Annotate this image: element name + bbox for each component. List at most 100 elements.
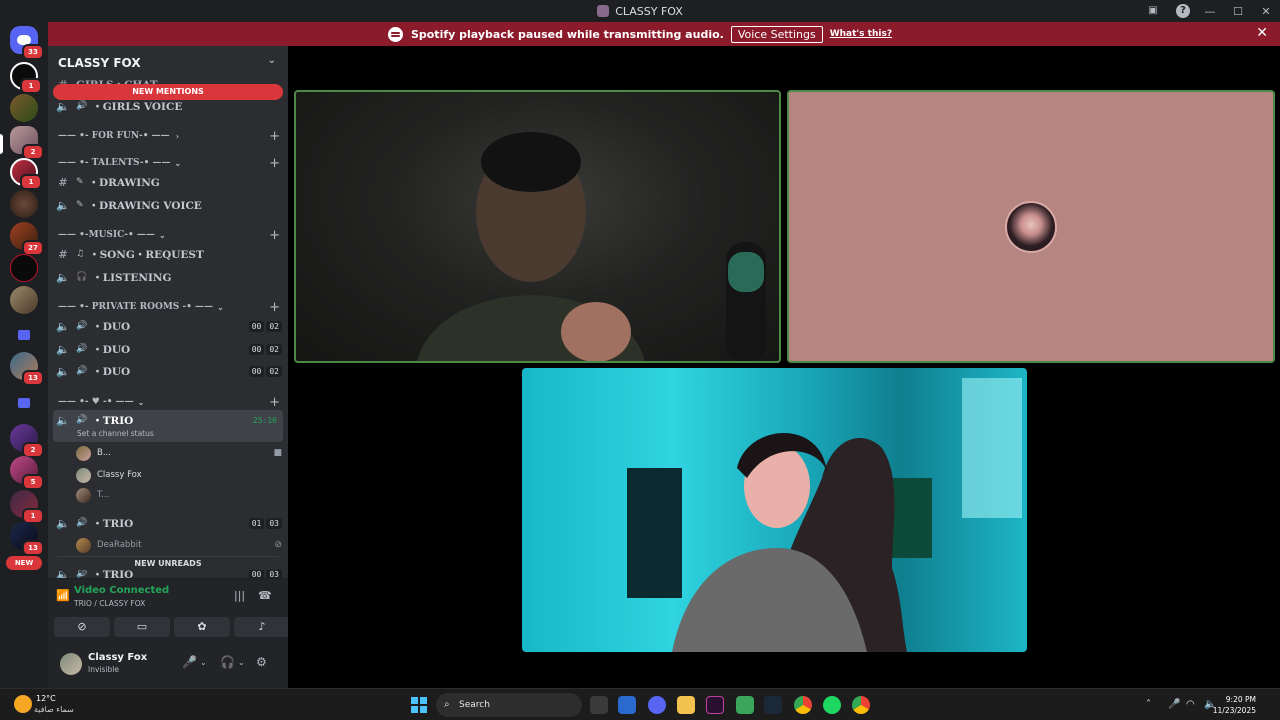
disconnect-icon[interactable]: ☎ [258,589,272,602]
category-talents[interactable]: —— •- TALENTS-• —— ⌄ + [58,155,280,171]
server-icon[interactable]: 13 [10,352,44,386]
user-name[interactable]: Classy Fox [88,652,147,663]
voice-user[interactable]: DeaRabbit ⊘ [76,536,282,554]
channel-duo[interactable]: 🔈 🔊 ・DUO 00 02 [56,361,282,381]
mail-icon[interactable] [618,696,636,714]
steam-icon[interactable] [764,696,782,714]
voice-user[interactable]: B... ■ [76,444,282,462]
task-view-icon[interactable] [590,696,608,714]
user-limit-value: 02 [266,365,282,377]
channel-song-request[interactable]: # ♫ ・SONG・REQUEST [56,244,282,264]
video-tile-2[interactable] [787,90,1275,363]
app-icon[interactable] [706,696,724,714]
server-icon[interactable] [10,94,38,122]
server-icon[interactable] [10,254,38,282]
camera-off-button[interactable]: ⊘ [54,617,110,637]
channel-trio[interactable]: 🔈 🔊 ・TRIO 01 03 [56,513,282,533]
server-icon-classy-fox[interactable]: 2 [10,126,44,160]
new-unreads-pill[interactable]: NEW [6,556,42,570]
add-channel-icon[interactable]: + [269,395,280,410]
category-name: —— •-MUSIC-• —— [58,230,155,240]
video-tile-3[interactable] [522,368,1027,652]
category-music[interactable]: —— •-MUSIC-• —— ⌄ + [58,227,280,243]
category-for-fun[interactable]: —— •- FOR FUN-• —— › + [58,128,280,144]
user-avatar[interactable] [60,653,82,675]
channel-duo[interactable]: 🔈 🔊 ・DUO 00 02 [56,316,282,336]
server-icon[interactable]: 2 [10,424,44,458]
help-icon[interactable]: ? [1176,4,1190,18]
microphone-icon[interactable]: 🎤 [1168,699,1180,710]
chevron-up-icon[interactable]: ˄ [1146,699,1151,710]
minimize-icon[interactable]: — [1196,5,1224,18]
server-icon[interactable]: 27 [10,222,44,256]
screen-share-icon[interactable]: ▣ [1146,4,1160,18]
server-icon[interactable]: 1 [10,490,44,524]
channel-name: ・DUO [92,320,131,333]
folder-icon[interactable] [18,398,30,408]
avatar [76,537,91,553]
server-icon[interactable]: 5 [10,456,44,490]
channel-drawing-voice[interactable]: 🔈 ✎ ・DRAWING VOICE [56,195,282,215]
weather-temp[interactable]: 12°C [36,694,56,703]
video-tile-1[interactable] [294,90,781,363]
taskbar-search[interactable]: ⌕ Search [436,693,582,717]
server-name: CLASSY FOX [58,56,141,70]
server-icon[interactable] [10,190,38,218]
channel-name: ・DRAWING [88,176,160,189]
channel-status[interactable]: Set a channel status [77,429,154,438]
headphones-icon[interactable]: 🎧 [220,655,235,669]
server-icon[interactable]: 1 [10,158,42,190]
category-private-rooms[interactable]: —— •- PRIVATE ROOMS -• —— ⌄ + [58,299,280,315]
add-channel-icon[interactable]: + [269,156,280,171]
pencil-icon: ✎ [76,177,84,187]
server-icon[interactable] [10,286,38,314]
settings-gear-icon[interactable]: ⚙ [256,655,267,669]
voice-location[interactable]: TRIO / CLASSY FOX [74,599,145,608]
voice-settings-button[interactable]: Voice Settings [730,25,823,43]
text-channel-icon: # [58,175,68,189]
channel-name: ・DUO [92,365,131,378]
channel-listening[interactable]: 🔈 🎧 ・LISTENING [56,267,282,287]
clock[interactable]: 9:20 PM 11/23/2025 [1213,694,1256,716]
voice-user[interactable]: Classy Fox [76,466,282,484]
chevron-down-icon[interactable]: ⌄ [238,658,245,667]
wifi-icon[interactable]: ◠ [1186,699,1195,710]
weather-icon[interactable] [14,695,32,713]
folder-icon[interactable] [18,330,30,340]
channel-trio-label[interactable]: 🔈 🔊 ・TRIO [56,410,282,430]
chevron-down-icon[interactable]: ⌄ [200,658,207,667]
close-window-icon[interactable]: ✕ [1252,5,1280,18]
discord-taskbar-icon[interactable] [648,696,666,714]
add-channel-icon[interactable]: + [269,228,280,243]
spotify-taskbar-icon[interactable] [823,696,841,714]
user-limit-value: 02 [266,343,282,355]
close-notice-icon[interactable]: ✕ [1256,25,1268,41]
start-button[interactable] [411,697,427,713]
app-icon[interactable] [736,696,754,714]
new-mentions-banner[interactable]: NEW MENTIONS [53,84,283,100]
screen-share-button[interactable]: ▭ [114,617,170,637]
category-heart[interactable]: —— •- ♥ -• —— ⌄ + [58,394,280,410]
channel-drawing[interactable]: # ✎ ・DRAWING [56,172,282,192]
soundboard-button[interactable]: ♪ [234,617,290,637]
file-explorer-icon[interactable] [677,696,695,714]
signal-icon[interactable]: 📶 [56,589,70,602]
server-icon[interactable]: 1 [10,62,42,94]
direct-messages-button[interactable]: 33 [10,26,44,60]
activities-button[interactable]: ✿ [174,617,230,637]
microphone-icon[interactable]: 🎤 [182,655,197,669]
channel-name: ・DRAWING VOICE [88,199,202,212]
channel-duo[interactable]: 🔈 🔊 ・DUO 00 02 [56,339,282,359]
new-unreads-banner[interactable]: NEW UNREADS [53,556,283,570]
clock-time: 9:20 PM [1225,695,1256,704]
voice-user[interactable]: T... [76,486,282,504]
noise-suppression-icon[interactable]: ||| [234,589,245,602]
server-icon[interactable]: 13 [10,522,44,556]
add-channel-icon[interactable]: + [269,300,280,315]
add-channel-icon[interactable]: + [269,129,280,144]
maximize-icon[interactable]: ☐ [1224,5,1252,18]
voice-status[interactable]: Video Connected [74,585,169,596]
whats-this-link[interactable]: What's this? [830,29,892,39]
chrome-icon[interactable] [852,696,870,714]
chrome-icon[interactable] [794,696,812,714]
